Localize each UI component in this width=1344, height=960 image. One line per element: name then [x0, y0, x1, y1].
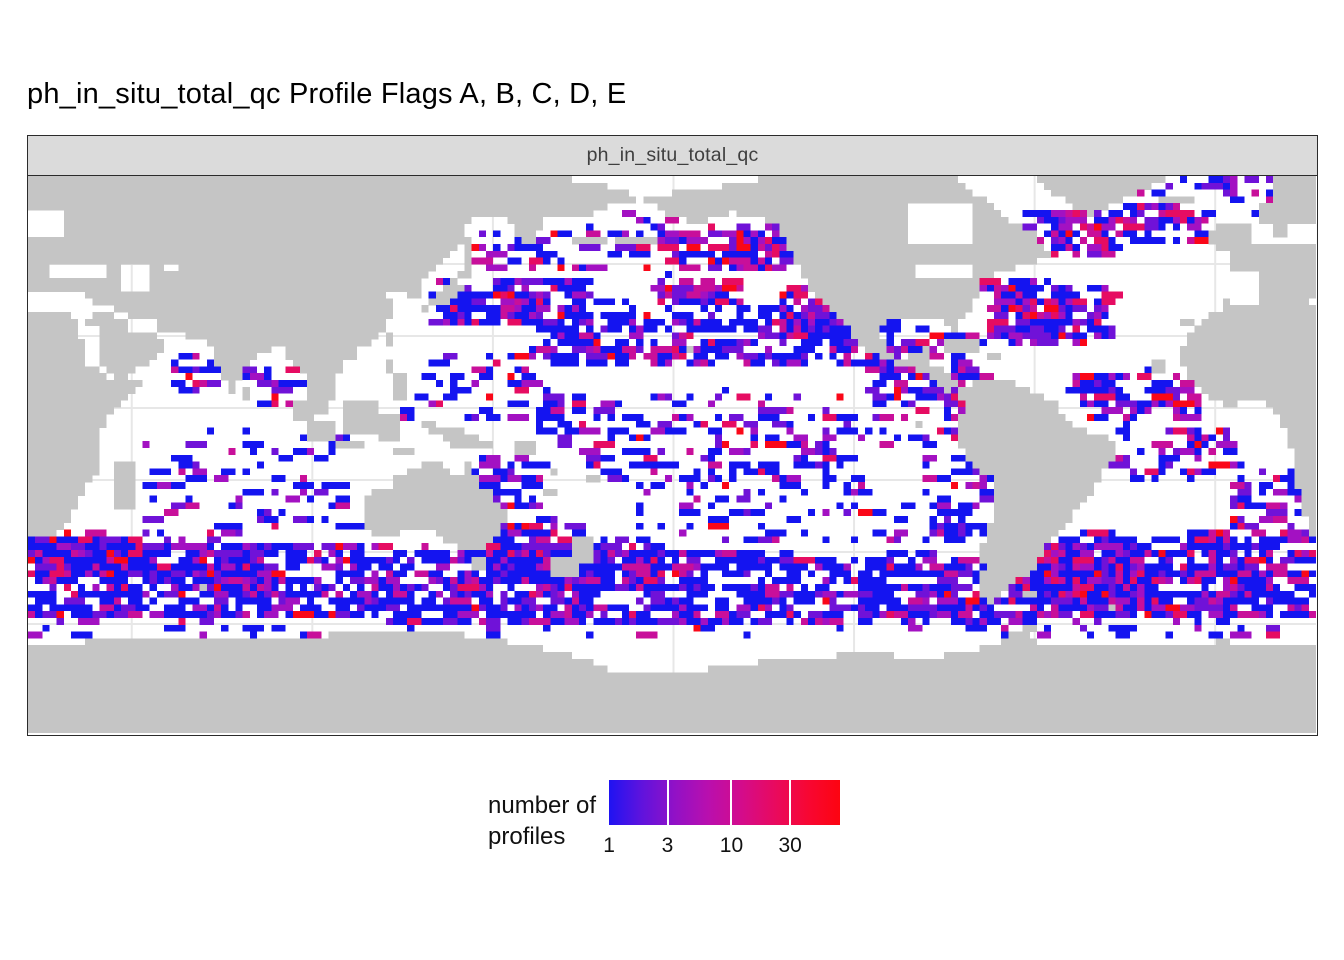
legend-tick-mark: [730, 780, 732, 825]
legend-title-line2: profiles: [488, 821, 596, 852]
legend-tick-mark: [789, 780, 791, 825]
page-title: ph_in_situ_total_qc Profile Flags A, B, …: [27, 78, 626, 111]
legend-bar-wrap: 131030: [609, 778, 840, 878]
world-map: [28, 176, 1316, 733]
legend-title-line1: number of: [488, 790, 596, 821]
legend-colorbar: [609, 780, 840, 825]
legend-tick-label: 3: [662, 834, 674, 858]
legend-tick-label: 1: [603, 834, 615, 858]
map-panel: [27, 176, 1318, 736]
legend-title: number of profiles: [488, 790, 596, 878]
plot-area: ph_in_situ_total_qc: [27, 135, 1318, 736]
plot-page: ph_in_situ_total_qc Profile Flags A, B, …: [0, 0, 1344, 960]
legend-tick-mark: [667, 780, 669, 825]
legend-tick-label: 30: [778, 834, 801, 858]
facet-label: ph_in_situ_total_qc: [587, 144, 759, 167]
legend: number of profiles 1 3 10 30: [488, 778, 840, 878]
legend-tick-label: 10: [720, 834, 743, 858]
facet-strip: ph_in_situ_total_qc: [27, 135, 1318, 176]
